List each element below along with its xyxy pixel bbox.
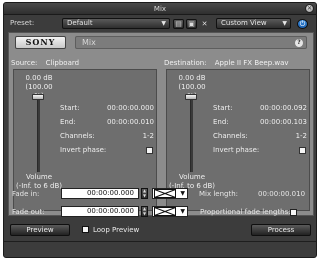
window-title: Mix: [153, 5, 167, 13]
destination-volume-slider[interactable]: [185, 94, 197, 100]
destination-volume-db: 0.00 dB: [178, 74, 206, 82]
source-invert-label: Invert phase:: [60, 146, 107, 154]
fade-out-curve-dropdown[interactable]: ▼: [152, 206, 188, 217]
sony-logo: SONY: [15, 36, 66, 49]
fade-in-label: Fade in:: [12, 190, 40, 198]
source-start-value: 00:00:00.000: [106, 104, 154, 112]
destination-channels-label: Channels:: [213, 132, 248, 140]
source-start-row: Start: 00:00:00.000: [60, 104, 154, 114]
fade-out-field[interactable]: 00:00:00.000: [61, 206, 139, 217]
destination-invert-checkbox[interactable]: [299, 147, 306, 154]
loop-preview-label: Loop Preview: [93, 226, 140, 234]
chevron-down-icon: ▼: [282, 20, 287, 27]
destination-caption-label: Destination:: [164, 59, 207, 67]
source-volume-label: Volume (-Inf. to 6 dB): [14, 173, 64, 191]
preset-value: Default: [67, 19, 93, 27]
proportional-fade-label: Proportional fade lengths:: [200, 208, 291, 216]
fade-in-curve-dropdown[interactable]: ▼: [152, 188, 188, 199]
source-start-label: Start:: [60, 104, 80, 112]
close-icon[interactable]: ✕: [305, 4, 314, 13]
destination-invert-row: Invert phase:: [213, 146, 307, 156]
source-volume-track[interactable]: [37, 94, 40, 172]
source-invert-checkbox[interactable]: [146, 147, 153, 154]
fade-out-label: Fade out:: [12, 208, 45, 216]
delete-preset-icon[interactable]: ✕: [199, 19, 210, 29]
fade-curve-icon: [154, 189, 176, 198]
source-volume-db: 0.00 dB: [25, 74, 53, 82]
destination-end-row: End: 00:00:00.103: [213, 118, 307, 128]
source-volume-title: Volume: [25, 173, 53, 181]
disk-icon[interactable]: ▣: [186, 19, 197, 29]
destination-start-row: Start: 00:00:00.092: [213, 104, 307, 114]
mix-dialog: Mix ✕ Preset: Default ▼ ▤ ▣ ✕ Custom Vie…: [3, 2, 317, 258]
destination-start-label: Start:: [213, 104, 233, 112]
source-name: Clipboard: [45, 59, 80, 67]
help-icon[interactable]: ?: [295, 39, 303, 47]
save-preset-icon[interactable]: ▤: [173, 19, 184, 29]
source-channels-value: 1-2: [142, 132, 154, 140]
chevron-down-icon: ▼: [180, 208, 185, 215]
proportional-fade-checkbox[interactable]: [290, 209, 297, 216]
loop-preview-checkbox[interactable]: [82, 226, 89, 233]
source-caption: Source: Clipboard: [11, 59, 79, 67]
effect-name-bar: Mix ?: [75, 36, 307, 49]
preset-dropdown[interactable]: Default ▼: [62, 18, 170, 29]
destination-volume-track[interactable]: [190, 94, 193, 172]
destination-channels-row: Channels: 1-2: [213, 132, 307, 142]
source-volume-slider[interactable]: [32, 94, 44, 100]
preset-toolbar: Preset: Default ▼ ▤ ▣ ✕ Custom View ▼ ⏻: [4, 16, 316, 32]
source-invert-row: Invert phase:: [60, 146, 154, 156]
destination-channels-value: 1-2: [295, 132, 307, 140]
mix-length-value: 00:00:00.010: [258, 190, 306, 198]
destination-end-value: 00:00:00.103: [259, 118, 307, 126]
source-end-value: 00:00:00.010: [106, 118, 154, 126]
preset-label: Preset:: [10, 19, 35, 27]
source-channels-row: Channels: 1-2: [60, 132, 154, 142]
fade-out-stepper[interactable]: ▲ ▼: [141, 206, 148, 217]
destination-end-label: End:: [213, 118, 229, 126]
source-channels-label: Channels:: [60, 132, 95, 140]
preview-button[interactable]: Preview: [10, 224, 70, 236]
destination-name: Apple II FX Beep.wav: [214, 59, 289, 67]
effect-name: Mix: [82, 38, 96, 47]
footer-divider: [4, 241, 316, 242]
view-dropdown[interactable]: Custom View ▼: [216, 18, 291, 29]
mix-length-label: Mix length:: [199, 190, 239, 198]
source-end-row: End: 00:00:00.010: [60, 118, 154, 128]
chevron-down-icon: ▼: [161, 20, 166, 27]
source-caption-label: Source:: [11, 59, 38, 67]
title-bar: Mix ✕: [4, 3, 316, 15]
fade-curve-icon: [154, 207, 176, 216]
destination-volume-title: Volume: [178, 173, 206, 181]
destination-start-value: 00:00:00.092: [259, 104, 307, 112]
destination-invert-label: Invert phase:: [213, 146, 260, 154]
fade-in-field[interactable]: 00:00:00.000: [61, 188, 139, 199]
power-icon[interactable]: ⏻: [297, 19, 308, 29]
destination-caption: Destination: Apple II FX Beep.wav: [164, 59, 289, 67]
source-end-label: End:: [60, 118, 76, 126]
fade-in-stepper[interactable]: ▲ ▼: [141, 188, 148, 199]
view-value: Custom View: [221, 19, 267, 27]
chevron-down-icon: ▼: [180, 190, 185, 197]
process-button[interactable]: Process: [251, 224, 311, 236]
